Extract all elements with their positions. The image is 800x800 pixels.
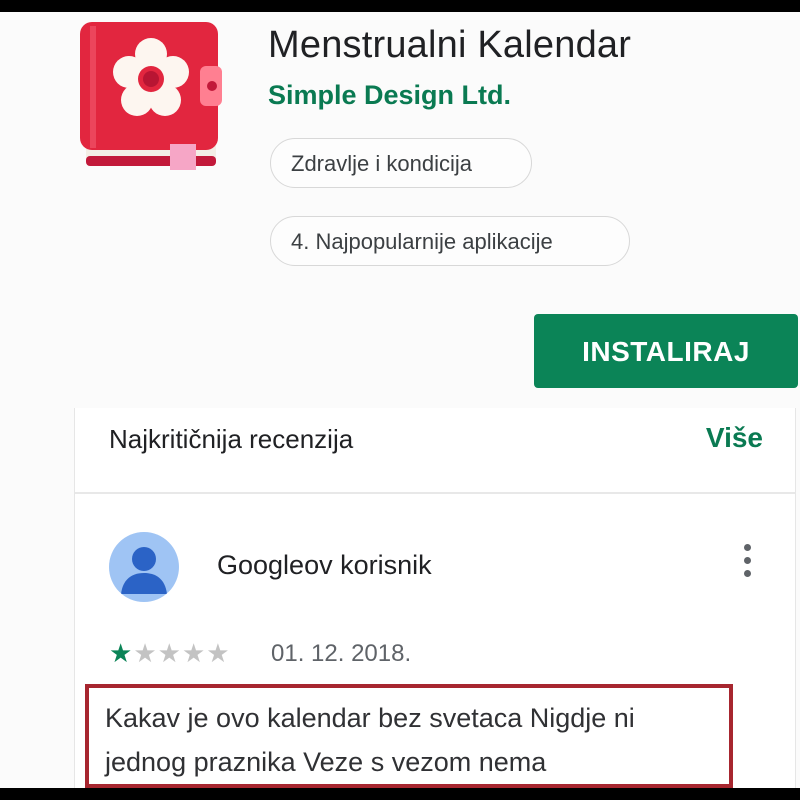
- more-options-icon[interactable]: [739, 544, 755, 588]
- star-filled-icon: ★: [109, 638, 134, 668]
- developer-link[interactable]: Simple Design Ltd.: [268, 80, 511, 111]
- flower-diary-icon[interactable]: [76, 16, 226, 174]
- more-link[interactable]: Više: [706, 422, 763, 454]
- install-button[interactable]: INSTALIRAJ: [534, 314, 798, 388]
- star-empty-icon: ★: [133, 638, 158, 668]
- critical-review-card: Najkritičnija recenzija Više Googleov ko…: [74, 408, 796, 788]
- reviewer-name: Googleov korisnik: [217, 550, 432, 580]
- star-empty-icon: ★: [206, 638, 231, 668]
- ranking-chip[interactable]: 4. Najpopularnije aplikacije: [270, 216, 630, 266]
- divider: [75, 492, 795, 494]
- app-details-screen: Menstrualni Kalendar Simple Design Ltd. …: [0, 12, 800, 788]
- section-title: Najkritičnija recenzija: [109, 424, 354, 454]
- review-text: Kakav je ovo kalendar bez svetaca Nigdje…: [85, 684, 733, 788]
- app-title: Menstrualni Kalendar: [268, 24, 632, 66]
- review-date: 01. 12. 2018.: [271, 640, 412, 667]
- user-avatar-icon: [121, 547, 167, 594]
- star-rating: ★★★★★: [109, 638, 231, 669]
- avatar: [109, 532, 179, 602]
- star-empty-icon: ★: [157, 638, 182, 668]
- category-chip[interactable]: Zdravlje i kondicija: [270, 138, 532, 188]
- star-empty-icon: ★: [181, 638, 207, 668]
